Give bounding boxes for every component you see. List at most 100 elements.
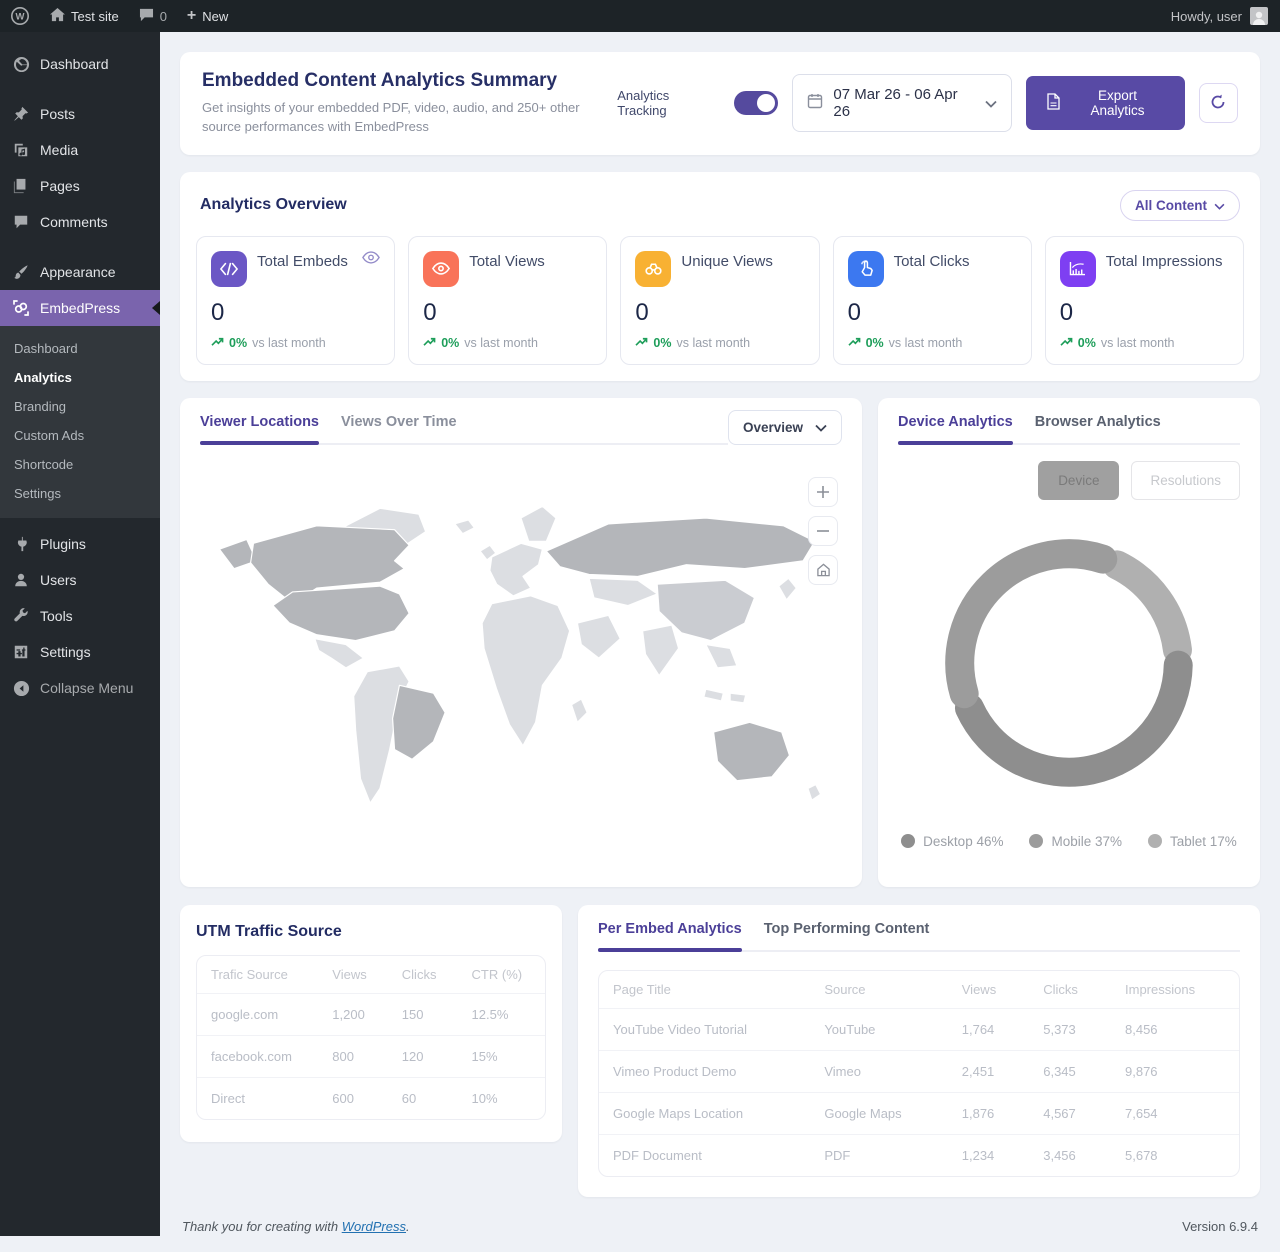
chevron-down-icon <box>815 420 827 435</box>
sidebar-item-settings[interactable]: Settings <box>0 634 160 670</box>
submenu-item-shortcode[interactable]: Shortcode <box>0 450 160 479</box>
watch-eye-icon[interactable] <box>362 251 380 269</box>
map-zoom-out-button[interactable] <box>808 516 838 546</box>
submenu-item-analytics[interactable]: Analytics <box>0 363 160 392</box>
user-icon <box>12 571 30 589</box>
resolutions-toggle-button[interactable]: Resolutions <box>1131 461 1240 500</box>
sidebar-item-label: Media <box>40 142 78 158</box>
admin-bar: W Test site 0 + New Howdy, user <box>0 0 1280 32</box>
comments-indicator[interactable]: 0 <box>129 0 177 32</box>
trend-value: 0% <box>441 336 459 350</box>
legend-dot <box>1148 834 1162 848</box>
submenu-item-settings[interactable]: Settings <box>0 479 160 508</box>
table-cell: YouTube <box>810 1008 947 1050</box>
current-menu-arrow <box>152 301 160 315</box>
submenu-item-branding[interactable]: Branding <box>0 392 160 421</box>
version-text: Version 6.9.4 <box>1182 1219 1258 1234</box>
sidebar-item-tools[interactable]: Tools <box>0 598 160 634</box>
map-reset-home-button[interactable] <box>808 555 838 585</box>
analytics-tracking-label: Analytics Tracking <box>617 88 720 118</box>
sidebar-item-label: EmbedPress <box>40 300 120 316</box>
refresh-button[interactable] <box>1199 83 1238 123</box>
sidebar-item-label: Collapse Menu <box>40 680 133 696</box>
user-avatar[interactable] <box>1250 7 1268 25</box>
new-content-button[interactable]: + New <box>177 0 238 32</box>
table-row: YouTube Video TutorialYouTube1,7645,3738… <box>599 1008 1239 1050</box>
utm-traffic-panel: UTM Traffic Source Trafic SourceViewsCli… <box>180 905 562 1142</box>
admin-footer: Thank you for creating with WordPress. V… <box>180 1197 1260 1252</box>
legend-label: Tablet 17% <box>1170 834 1237 849</box>
stat-value: 0 <box>635 299 804 327</box>
tab-per-embed-analytics[interactable]: Per Embed Analytics <box>598 921 742 950</box>
column-header: Page Title <box>599 971 810 1009</box>
sidebar-item-label: Comments <box>40 214 108 230</box>
stat-title: Total Clicks <box>894 251 970 272</box>
sidebar-item-appearance[interactable]: Appearance <box>0 254 160 290</box>
table-row: PDF DocumentPDF1,2343,4565,678 <box>599 1134 1239 1176</box>
tab-views-over-time[interactable]: Views Over Time <box>341 414 457 443</box>
sidebar-item-pages[interactable]: Pages <box>0 168 160 204</box>
site-link[interactable]: Test site <box>40 0 129 32</box>
map-zoom-in-button[interactable] <box>808 477 838 507</box>
table-cell: PDF <box>810 1134 947 1176</box>
tab-device-analytics[interactable]: Device Analytics <box>898 414 1013 443</box>
trend-up-icon <box>211 336 224 350</box>
per-embed-panel: Per Embed Analytics Top Performing Conte… <box>578 905 1260 1197</box>
table-cell: 600 <box>318 1077 388 1119</box>
stat-value: 0 <box>848 299 1017 327</box>
site-name: Test site <box>71 9 119 24</box>
sidebar-item-label: Dashboard <box>40 56 109 72</box>
thanks-suffix: . <box>406 1219 410 1234</box>
date-range-picker[interactable]: 07 Mar 26 - 06 Apr 26 <box>792 74 1012 132</box>
table-cell: 12.5% <box>458 993 545 1035</box>
thanks-prefix: Thank you for creating with <box>182 1219 342 1234</box>
table-cell: 5,373 <box>1029 1008 1111 1050</box>
sidebar-item-dashboard[interactable]: Dashboard <box>0 46 160 82</box>
trend-value: 0% <box>653 336 671 350</box>
sidebar-item-embedpress[interactable]: EmbedPress <box>0 290 160 326</box>
submenu-item-dashboard[interactable]: Dashboard <box>0 334 160 363</box>
eye-icon <box>423 251 459 287</box>
sidebar-item-posts[interactable]: Posts <box>0 96 160 132</box>
wordpress-logo-icon[interactable]: W <box>0 0 40 32</box>
dropdown-value: Overview <box>743 420 803 435</box>
pushpin-icon <box>12 105 30 123</box>
sidebar-item-users[interactable]: Users <box>0 562 160 598</box>
tab-browser-analytics[interactable]: Browser Analytics <box>1035 414 1161 443</box>
wrench-icon <box>12 607 30 625</box>
wordpress-link[interactable]: WordPress <box>342 1219 406 1234</box>
chevron-down-icon <box>985 95 997 112</box>
sidebar-item-collapse-menu[interactable]: Collapse Menu <box>0 670 160 706</box>
sidebar-item-label: Posts <box>40 106 75 122</box>
table-cell: 1,234 <box>948 1134 1029 1176</box>
trend-suffix: vs last month <box>252 336 326 350</box>
legend-item-desktop: Desktop 46% <box>901 834 1003 849</box>
world-map[interactable] <box>200 453 842 871</box>
submenu-item-custom-ads[interactable]: Custom Ads <box>0 421 160 450</box>
tab-viewer-locations[interactable]: Viewer Locations <box>200 414 319 443</box>
column-header: Trafic Source <box>197 956 318 994</box>
map-overview-dropdown[interactable]: Overview <box>728 410 842 445</box>
embedpress-logo-icon <box>12 299 30 317</box>
sidebar-item-media[interactable]: Media <box>0 132 160 168</box>
trend-suffix: vs last month <box>889 336 963 350</box>
stat-card-total-clicks: Total Clicks 0 0% vs last month <box>833 236 1032 365</box>
sidebar-item-comments[interactable]: Comments <box>0 204 160 240</box>
trend-suffix: vs last month <box>464 336 538 350</box>
sidebar-item-label: Appearance <box>40 264 116 280</box>
table-cell: 9,876 <box>1111 1050 1239 1092</box>
howdy-text[interactable]: Howdy, user <box>1171 9 1242 24</box>
table-cell: 15% <box>458 1035 545 1077</box>
tab-top-performing-content[interactable]: Top Performing Content <box>764 921 930 950</box>
device-toggle-button[interactable]: Device <box>1038 461 1119 500</box>
content-filter-dropdown[interactable]: All Content <box>1120 190 1240 221</box>
stat-card-total-embeds: Total Embeds 0 0% vs last month <box>196 236 395 365</box>
analytics-tracking-toggle[interactable] <box>734 91 778 115</box>
table-cell: 8,456 <box>1111 1008 1239 1050</box>
column-header: Clicks <box>1029 971 1111 1009</box>
legend-dot <box>901 834 915 848</box>
sidebar-item-plugins[interactable]: Plugins <box>0 526 160 562</box>
table-row: Direct6006010% <box>197 1077 545 1119</box>
export-analytics-button[interactable]: Export Analytics <box>1026 76 1184 130</box>
page-subtitle: Get insights of your embedded PDF, video… <box>202 99 617 137</box>
